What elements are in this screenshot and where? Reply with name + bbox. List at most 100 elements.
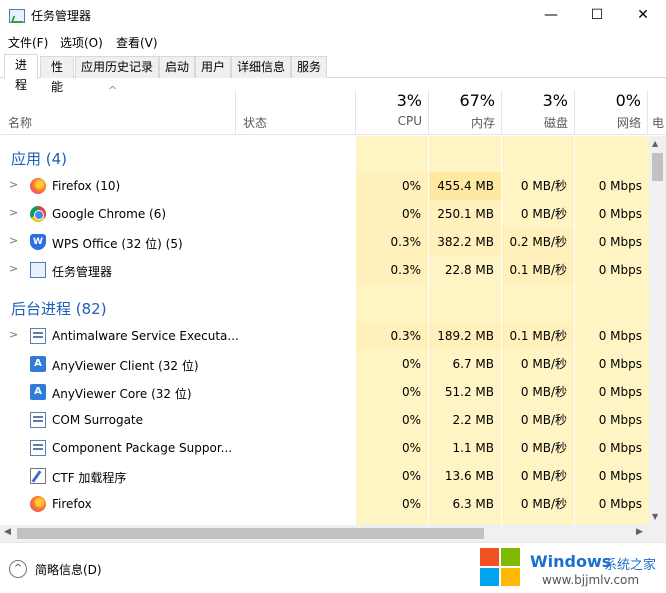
memory-cell: 22.8 MB [444,263,494,277]
network-cell: 0 Mbps [598,235,642,249]
cpu-cell: 0% [356,172,428,200]
column-memory[interactable]: 内存 [429,114,495,131]
tab-users[interactable]: 用户 [195,56,231,78]
menu-options[interactable]: 选项(O) [60,34,103,51]
chevron-right-icon[interactable]: > [9,328,18,341]
tab-performance[interactable]: 性能 [40,56,74,94]
tab-processes[interactable]: 进程 [4,54,38,92]
minimize-button[interactable]: — [528,0,574,31]
table-row[interactable]: A AnyViewer Client (32 位) 0% 6.7 MB 0 MB… [0,350,649,378]
memory-cell: 382.2 MB [429,228,501,256]
process-name: Firefox (10) [52,179,121,193]
table-row[interactable]: Firefox 0% 6.3 MB 0 MB/秒 0 Mbps [0,490,649,518]
scroll-down-icon[interactable]: ▼ [652,512,658,521]
process-name: 任务管理器 [52,265,113,279]
footer: ^ 简略信息(D) Windows 系统之家 www.bjjmlv.com [0,542,666,593]
scroll-left-icon[interactable]: ◀ [4,527,11,537]
process-list: 应用 (4) > Firefox (10) 0% 455.4 MB 0 MB/秒… [0,136,649,525]
service-icon [30,412,46,428]
memory-cell: 51.2 MB [444,385,494,399]
network-cell: 0 Mbps [598,329,642,343]
tab-details[interactable]: 详细信息 [231,56,291,78]
column-divider[interactable] [647,90,648,135]
column-status[interactable]: 状态 [243,114,267,131]
memory-cell: 455.4 MB [429,172,501,200]
process-name: CTF 加载程序 [52,471,127,485]
memory-cell: 13.6 MB [444,469,494,483]
chevron-right-icon[interactable]: > [9,178,18,191]
process-name: Component Package Suppor... [52,441,233,455]
cpu-cell: 0% [401,469,421,483]
group-header-background[interactable]: 后台进程 (82) [0,292,649,320]
network-cell: 0 Mbps [598,179,642,193]
column-header: ^ 名称 状态 3% CPU 67% 内存 3% 磁盘 0% 网络 电 [0,78,666,135]
fewer-details-link[interactable]: 简略信息(D) [35,561,102,578]
table-row[interactable]: Component Package Suppor... 0% 1.1 MB 0 … [0,434,649,462]
network-cell: 0 Mbps [598,441,642,455]
network-total: 0% [615,91,641,110]
vertical-scrollbar[interactable]: ▲ ▼ [649,136,666,525]
disk-cell: 0 MB/秒 [520,357,567,371]
table-row[interactable]: > Google Chrome (6) 0% 250.1 MB 0 MB/秒 0… [0,200,649,228]
table-row[interactable]: > Firefox (10) 0% 455.4 MB 0 MB/秒 0 Mbps [0,172,649,200]
close-button[interactable]: ✕ [620,0,666,31]
task-manager-icon [30,262,46,278]
menu-view[interactable]: 查看(V) [116,34,158,51]
cpu-cell: 0.3% [356,228,428,256]
column-cpu[interactable]: CPU [356,114,422,128]
cpu-cell: 0% [401,441,421,455]
process-name: AnyViewer Client (32 位) [52,359,199,373]
memory-cell: 6.3 MB [452,497,494,511]
memory-cell: 6.7 MB [452,357,494,371]
scrollbar-thumb[interactable] [17,528,484,539]
process-name: COM Surrogate [52,413,144,427]
windows-logo-icon [480,548,522,588]
tab-app-history[interactable]: 应用历史记录 [75,56,159,78]
group-title: 后台进程 (82) [11,300,107,318]
tab-services[interactable]: 服务 [291,56,327,78]
watermark: Windows 系统之家 www.bjjmlv.com [476,546,666,592]
task-manager-icon [9,9,25,23]
scroll-right-icon[interactable]: ▶ [636,527,643,537]
column-network[interactable]: 网络 [575,114,641,131]
disk-cell: 0 MB/秒 [520,385,567,399]
cpu-cell: 0% [401,385,421,399]
group-header-apps[interactable]: 应用 (4) [0,142,649,170]
firefox-icon [30,496,46,512]
chevron-right-icon[interactable]: > [9,206,18,219]
scroll-up-icon[interactable]: ▲ [652,139,658,148]
column-name[interactable]: 名称 [8,114,32,131]
table-row[interactable]: > 任务管理器 0.3% 22.8 MB 0.1 MB/秒 0 Mbps [0,256,649,284]
chevron-up-icon[interactable]: ^ [9,560,27,578]
memory-cell: 189.2 MB [429,322,501,350]
tab-startup[interactable]: 启动 [159,56,195,78]
table-row[interactable]: COM Surrogate 0% 2.2 MB 0 MB/秒 0 Mbps [0,406,649,434]
chevron-right-icon[interactable]: > [9,262,18,275]
column-power[interactable]: 电 [652,114,666,131]
disk-cell: 0 MB/秒 [520,413,567,427]
column-disk[interactable]: 磁盘 [502,114,568,131]
group-title: 应用 (4) [11,150,68,168]
scrollbar-thumb[interactable] [652,153,663,181]
menu-file[interactable]: 文件(F) [8,34,48,51]
table-row[interactable]: CTF 加载程序 0% 13.6 MB 0 MB/秒 0 Mbps [0,462,649,490]
cpu-cell: 0% [401,497,421,511]
table-row[interactable]: > W WPS Office (32 位) (5) 0.3% 382.2 MB … [0,228,649,256]
network-cell: 0 Mbps [598,263,642,277]
ctf-loader-icon [30,468,46,484]
disk-cell: 0 MB/秒 [520,469,567,483]
cpu-cell: 0% [356,200,428,228]
maximize-button[interactable]: ☐ [574,0,620,31]
network-cell: 0 Mbps [598,207,642,221]
memory-cell: 2.2 MB [452,413,494,427]
table-row[interactable]: A AnyViewer Core (32 位) 0% 51.2 MB 0 MB/… [0,378,649,406]
anyviewer-icon: A [30,356,46,372]
chevron-right-icon[interactable]: > [9,234,18,247]
column-divider[interactable] [235,90,236,135]
process-name: WPS Office (32 位) (5) [52,237,183,251]
watermark-url: www.bjjmlv.com [542,573,640,587]
table-row[interactable]: > Antimalware Service Executa... 0.3% 18… [0,322,649,350]
network-cell: 0 Mbps [598,385,642,399]
tab-strip: 进程 性能 应用历史记录 启动 用户 详细信息 服务 [0,53,666,94]
horizontal-scrollbar[interactable]: ◀ ▶ [0,525,649,542]
